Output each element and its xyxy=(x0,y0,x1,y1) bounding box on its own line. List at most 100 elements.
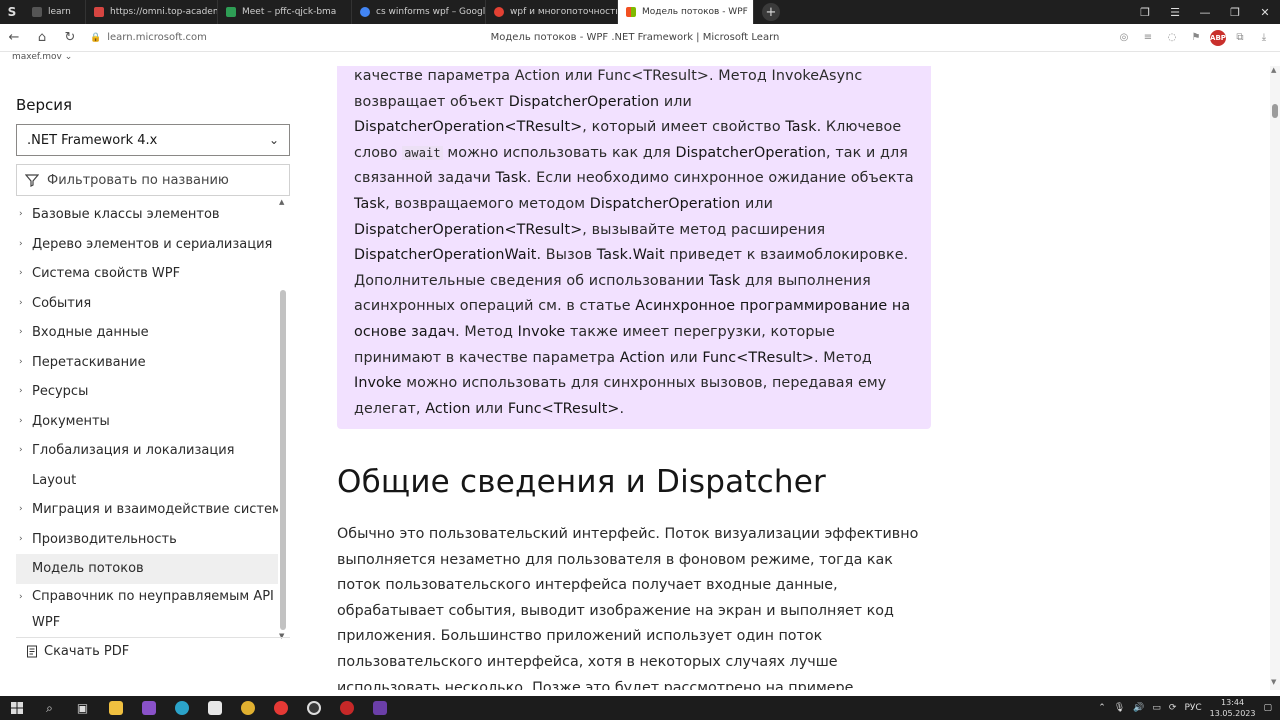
toc-item[interactable]: › Глобализация и локализация xyxy=(16,436,278,466)
toc-item[interactable]: › Документы xyxy=(16,407,278,437)
tab-learn[interactable]: learn xyxy=(24,0,86,24)
tab-omni[interactable]: https://omni.top-academy xyxy=(86,0,218,24)
api-link[interactable]: DispatcherOperation xyxy=(509,94,660,110)
google-icon xyxy=(360,7,370,17)
volume-icon[interactable]: 🔊 xyxy=(1133,703,1144,713)
network-icon[interactable]: ▭ xyxy=(1152,703,1161,713)
toc-item[interactable]: Layout xyxy=(16,466,278,496)
chevron-down-icon: ⌄ xyxy=(64,52,73,62)
reload-button[interactable]: ↻ xyxy=(56,24,84,52)
url-field[interactable]: learn.microsoft.com xyxy=(107,32,207,43)
clock-time: 13:44 xyxy=(1221,698,1245,707)
toc-item-selected[interactable]: Модель потоков xyxy=(16,554,278,584)
windows-start-icon[interactable] xyxy=(0,696,33,720)
api-link[interactable]: DispatcherOperation xyxy=(676,145,827,161)
adblock-icon[interactable]: ABP xyxy=(1210,29,1226,46)
menu-icon[interactable]: ☰ xyxy=(1160,0,1190,24)
api-link[interactable]: Task.Wait xyxy=(597,247,665,263)
scroll-down-icon[interactable]: ▼ xyxy=(279,632,284,640)
maximize-icon[interactable]: ❐ xyxy=(1220,0,1250,24)
collections-icon[interactable]: ❐ xyxy=(1130,0,1160,24)
toc-item[interactable]: › Базовые классы элементов xyxy=(16,200,278,230)
api-link[interactable]: Task xyxy=(496,170,527,186)
chevron-right-icon: › xyxy=(19,356,23,367)
filter-placeholder: Фильтровать по названию xyxy=(47,172,229,188)
chevron-right-icon: › xyxy=(19,238,23,249)
toc-item[interactable]: › Ресурсы xyxy=(16,377,278,407)
chevron-right-icon: › xyxy=(19,445,23,455)
extensions-icon[interactable]: ⧉ xyxy=(1230,28,1250,48)
version-select[interactable]: .NET Framework 4.x ⌄ xyxy=(16,124,290,156)
toc-item[interactable]: › Система свойств WPF xyxy=(16,259,278,289)
tab-threading-model[interactable]: Модель потоков - WPF ✕ xyxy=(618,0,754,24)
chrome-icon[interactable] xyxy=(231,696,264,720)
language-indicator[interactable]: РУС xyxy=(1184,703,1201,713)
note-callout: качестве параметра Action или Func<TResu… xyxy=(337,66,931,429)
scroll-down-icon[interactable]: ▼ xyxy=(1271,678,1276,686)
toc-item[interactable]: › Производительность xyxy=(16,525,278,555)
store-icon[interactable] xyxy=(198,696,231,720)
reader-icon[interactable]: ≡ xyxy=(1138,28,1158,48)
scroll-up-icon[interactable]: ▲ xyxy=(279,198,284,206)
sidebar-scroll-thumb[interactable] xyxy=(280,290,286,630)
visual-studio-icon[interactable] xyxy=(363,696,396,720)
opera-icon[interactable] xyxy=(330,696,363,720)
page-scrollbar[interactable]: ▲ ▼ xyxy=(1270,66,1280,690)
close-window-icon[interactable]: ✕ xyxy=(1250,0,1280,24)
api-link[interactable]: Task xyxy=(785,119,816,135)
bookmark-icon[interactable]: ⚑ xyxy=(1186,28,1206,48)
api-link[interactable]: DispatcherOperation<TResult> xyxy=(354,119,582,135)
api-link[interactable]: Invoke xyxy=(518,324,566,340)
new-tab-button[interactable]: + xyxy=(762,3,780,21)
toc-item[interactable]: › Перетаскивание xyxy=(16,348,278,378)
page-scroll-thumb[interactable] xyxy=(1272,104,1278,118)
lock-icon: 🔒 xyxy=(90,32,102,43)
download-icon[interactable]: ⤓ xyxy=(1254,28,1274,48)
sidebar-scrollbar[interactable]: ▲ ▼ xyxy=(279,198,287,640)
filter-input[interactable]: Фильтровать по названию xyxy=(16,164,290,196)
inline-code: await xyxy=(402,145,443,160)
microphone-icon[interactable]: 🎙 xyxy=(1114,703,1125,713)
tab-wpf-search[interactable]: wpf и многопоточность xyxy=(486,0,618,24)
api-link[interactable]: Task xyxy=(709,273,740,289)
browser-tab-bar: S learn https://omni.top-academy Meet – … xyxy=(0,0,1280,24)
browser-icon[interactable] xyxy=(165,696,198,720)
clock[interactable]: 13:44 13.05.2023 xyxy=(1210,697,1256,719)
visual-studio-icon[interactable] xyxy=(132,696,165,720)
chevron-up-icon[interactable]: ⌃ xyxy=(1098,703,1106,713)
notifications-icon[interactable]: ▢ xyxy=(1263,703,1272,713)
search-icon[interactable]: ⌕ xyxy=(33,696,66,720)
api-link[interactable]: Func<TResult> xyxy=(508,401,620,417)
download-pdf-link[interactable]: Скачать PDF xyxy=(26,644,129,659)
api-link[interactable]: Task xyxy=(354,196,385,212)
scroll-up-icon[interactable]: ▲ xyxy=(1271,66,1276,74)
home-icon[interactable]: ⌂ xyxy=(28,24,56,52)
api-link[interactable]: DispatcherOperationWait xyxy=(354,247,536,263)
api-link[interactable]: DispatcherOperation<TResult> xyxy=(354,222,582,238)
api-link[interactable]: Action xyxy=(620,350,665,366)
toc-item[interactable]: › Дерево элементов и сериализация xyxy=(16,230,278,260)
tab-favicon-icon xyxy=(32,7,42,17)
toc-item[interactable]: › События xyxy=(16,289,278,319)
toc-item[interactable]: › Входные данные xyxy=(16,318,278,348)
api-link[interactable]: Func<TResult> xyxy=(702,350,814,366)
chat-icon[interactable]: ◌ xyxy=(1162,28,1182,48)
toc-item[interactable]: › Справочник по неуправляемым API WPF xyxy=(16,584,278,636)
api-link[interactable]: Invoke xyxy=(354,375,402,391)
tab-google[interactable]: cs winforms wpf – Google xyxy=(352,0,486,24)
tab-meet[interactable]: Meet – pffc-qjck-bma xyxy=(218,0,352,24)
browser-logo-icon[interactable]: S xyxy=(0,0,24,24)
site-strip: maxef.mov ⌄ xyxy=(0,52,1280,66)
toc-item[interactable]: › Миграция и взаимодействие систем xyxy=(16,495,278,525)
yandex-browser-icon[interactable] xyxy=(297,696,330,720)
file-explorer-icon[interactable] xyxy=(99,696,132,720)
microsoft-icon xyxy=(626,7,636,17)
task-view-icon[interactable]: ▣ xyxy=(66,696,99,720)
api-link[interactable]: Action xyxy=(425,401,470,417)
headphones-icon[interactable]: ◎ xyxy=(1114,28,1134,48)
api-link[interactable]: DispatcherOperation xyxy=(590,196,741,212)
yandex-icon[interactable] xyxy=(264,696,297,720)
sync-icon[interactable]: ⟳ xyxy=(1169,703,1177,713)
minimize-icon[interactable]: — xyxy=(1190,0,1220,24)
back-button[interactable]: ← xyxy=(0,24,28,52)
